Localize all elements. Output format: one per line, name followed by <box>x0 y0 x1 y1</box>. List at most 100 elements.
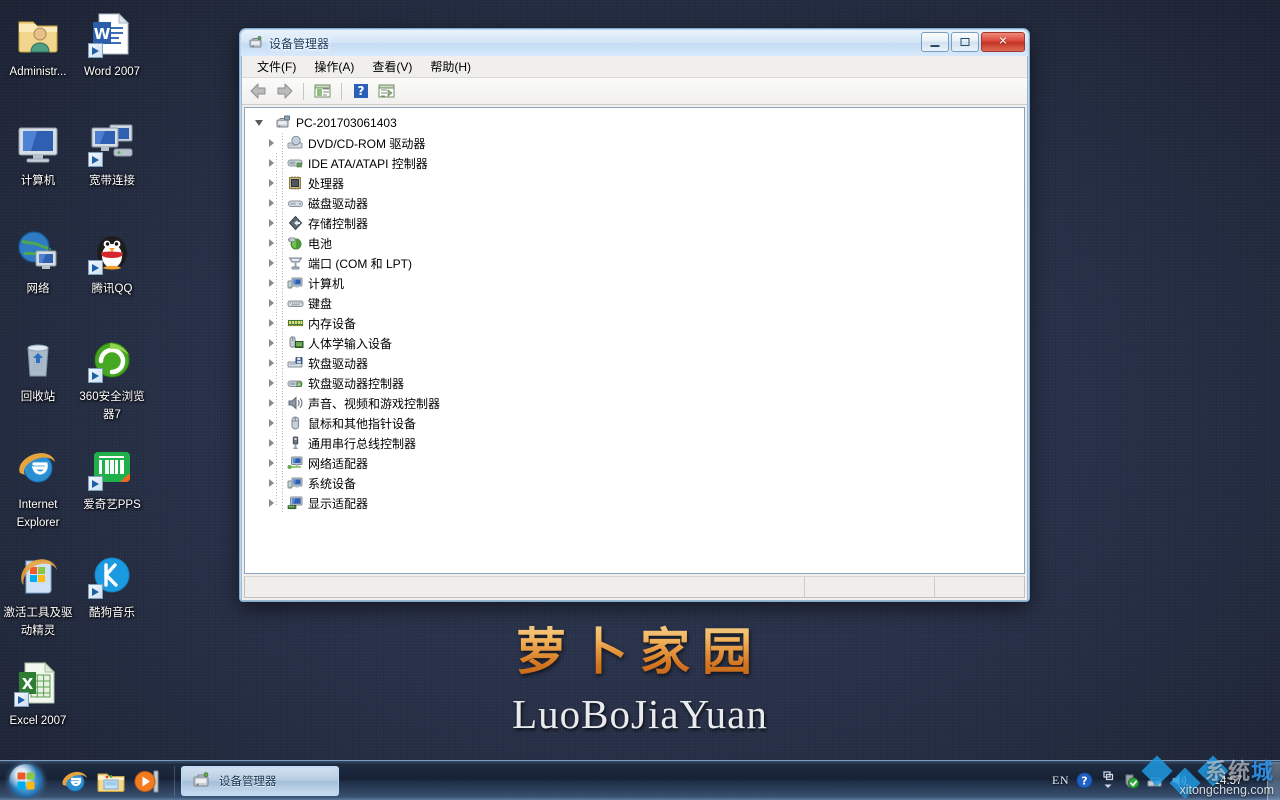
desktop-icon-administrator[interactable]: Administr... <box>0 10 76 80</box>
properties-button[interactable] <box>375 80 398 102</box>
menu-file[interactable]: 文件(F) <box>248 56 305 77</box>
expand-collapse-icon[interactable] <box>265 293 279 313</box>
menu-help[interactable]: 帮助(H) <box>421 56 480 77</box>
tree-node-label: 端口 (COM 和 LPT) <box>308 256 412 271</box>
device-tree: PC-201703061403 DVD/CD-ROM 驱动器 IDE ATA/A… <box>245 108 1024 513</box>
expand-collapse-icon[interactable] <box>265 193 279 213</box>
expand-collapse-icon[interactable] <box>265 433 279 453</box>
desktop-icon-network[interactable]: 网络 <box>0 227 76 297</box>
floppy-drive-icon <box>287 355 304 371</box>
expand-collapse-icon[interactable] <box>265 393 279 413</box>
taskbar-clock[interactable]: 14:57 <box>1195 774 1265 788</box>
help-button[interactable]: ? <box>349 80 372 102</box>
tree-node-keyboards[interactable]: 键盘 <box>253 293 1024 313</box>
language-indicator[interactable]: EN <box>1052 773 1069 788</box>
tree-node-mice[interactable]: 鼠标和其他指针设备 <box>253 413 1024 433</box>
tree-node-sound-video-game[interactable]: 声音、视频和游戏控制器 <box>253 393 1024 413</box>
desktop-icon-iqiyi-pps[interactable]: 爱奇艺PPS <box>74 443 150 513</box>
svg-text:?: ? <box>358 84 365 98</box>
tree-node-network-adapters[interactable]: 网络适配器 <box>253 453 1024 473</box>
tree-root-node[interactable]: PC-201703061403 <box>253 113 1024 133</box>
system-tray: EN ? 14:57 <box>1052 761 1267 800</box>
device-tree-pane[interactable]: PC-201703061403 DVD/CD-ROM 驱动器 IDE ATA/A… <box>244 107 1025 574</box>
ql-media-player[interactable] <box>132 766 162 796</box>
tree-node-storage-controllers[interactable]: 存储控制器 <box>253 213 1024 233</box>
menu-view[interactable]: 查看(V) <box>363 56 421 77</box>
tree-node-system-devices[interactable]: 系统设备 <box>253 473 1024 493</box>
show-desktop-button[interactable] <box>1267 761 1280 800</box>
expand-collapse-icon[interactable] <box>265 313 279 333</box>
processor-icon <box>287 175 304 191</box>
desktop-icon-label: 腾讯QQ <box>91 283 133 295</box>
tree-node-ports[interactable]: 端口 (COM 和 LPT) <box>253 253 1024 273</box>
tree-node-floppy-drives[interactable]: 软盘驱动器 <box>253 353 1024 373</box>
expand-collapse-icon[interactable] <box>265 213 279 233</box>
close-button[interactable]: ✕ <box>981 32 1025 52</box>
tree-node-hid-devices[interactable]: 人体学输入设备 <box>253 333 1024 353</box>
tree-node-label: PC-201703061403 <box>296 116 397 130</box>
ql-internet-explorer[interactable] <box>60 766 90 796</box>
desktop-icon-qq[interactable]: 腾讯QQ <box>74 227 150 297</box>
tree-node-processor[interactable]: 处理器 <box>253 173 1024 193</box>
iqiyi-pps-icon <box>88 443 136 491</box>
expand-collapse-icon[interactable] <box>265 413 279 433</box>
expand-collapse-icon[interactable] <box>265 153 279 173</box>
desktop-icon-internet-explorer[interactable]: Internet Explorer <box>0 443 76 531</box>
start-button[interactable] <box>0 762 52 800</box>
tree-node-label: 电池 <box>308 236 333 251</box>
tree-node-dvd-cdrom[interactable]: DVD/CD-ROM 驱动器 <box>253 133 1024 153</box>
tree-node-disk-drives[interactable]: 磁盘驱动器 <box>253 193 1024 213</box>
expand-collapse-icon[interactable] <box>265 253 279 273</box>
back-button[interactable] <box>247 80 270 102</box>
desktop-icon-activation-tool[interactable]: 激活工具及驱动精灵 <box>0 551 76 639</box>
desktop-icon-360-browser[interactable]: 360安全浏览器7 <box>74 335 150 423</box>
show-hidden-icons[interactable] <box>1100 768 1116 794</box>
expand-collapse-icon[interactable] <box>253 113 267 133</box>
expand-collapse-icon[interactable] <box>265 353 279 373</box>
tree-node-usb-controllers[interactable]: 通用串行总线控制器 <box>253 433 1024 453</box>
tree-node-computer[interactable]: 计算机 <box>253 273 1024 293</box>
expand-collapse-icon[interactable] <box>265 233 279 253</box>
tree-node-label: DVD/CD-ROM 驱动器 <box>308 136 426 151</box>
expand-collapse-icon[interactable] <box>265 473 279 493</box>
expand-collapse-icon[interactable] <box>265 493 279 513</box>
forward-button[interactable] <box>273 80 296 102</box>
expand-collapse-icon[interactable] <box>265 133 279 153</box>
maximize-button[interactable] <box>951 32 979 52</box>
network-tray-icon[interactable] <box>1147 772 1164 789</box>
network-globe-icon <box>14 227 62 275</box>
task-item-device-manager[interactable]: 设备管理器 <box>181 765 339 796</box>
svg-text:X: X <box>22 675 34 693</box>
tree-node-batteries[interactable]: 电池 <box>253 233 1024 253</box>
desktop-icon-excel-2007[interactable]: X Excel 2007 <box>0 659 76 729</box>
desktop-icon-label: 网络 <box>26 283 50 295</box>
expand-collapse-icon[interactable] <box>265 173 279 193</box>
expand-collapse-icon[interactable] <box>265 273 279 293</box>
minimize-button[interactable] <box>921 32 949 52</box>
desktop-icon-kugou-music[interactable]: 酷狗音乐 <box>74 551 150 621</box>
statusbar-cell-3 <box>935 577 1024 597</box>
desktop-icon-label: 宽带连接 <box>89 175 135 187</box>
expand-collapse-icon[interactable] <box>265 333 279 353</box>
desktop-icon-recycle-bin[interactable]: 回收站 <box>0 335 76 405</box>
svg-text:?: ? <box>1081 775 1087 788</box>
desktop-icon-broadband[interactable]: 宽带连接 <box>74 119 150 189</box>
volume-tray-icon[interactable] <box>1171 772 1188 789</box>
desktop-icon-computer[interactable]: 计算机 <box>0 119 76 189</box>
window-titlebar[interactable]: 设备管理器 ✕ <box>241 30 1028 56</box>
expand-collapse-icon[interactable] <box>265 453 279 473</box>
hid-device-icon <box>287 335 304 351</box>
tree-node-floppy-controllers[interactable]: 软盘驱动器控制器 <box>253 373 1024 393</box>
tree-node-memory-devices[interactable]: 内存设备 <box>253 313 1024 333</box>
menu-action[interactable]: 操作(A) <box>305 56 363 77</box>
expand-collapse-icon[interactable] <box>265 373 279 393</box>
desktop-icon-label: Word 2007 <box>83 66 141 78</box>
show-hide-console-tree-button[interactable] <box>311 80 334 102</box>
tree-connector <box>279 173 287 193</box>
tree-node-ide-controller[interactable]: IDE ATA/ATAPI 控制器 <box>253 153 1024 173</box>
security-tray-icon[interactable] <box>1123 772 1140 789</box>
tree-node-display-adapters[interactable]: 显示适配器 <box>253 493 1024 513</box>
help-tray-icon[interactable]: ? <box>1076 772 1093 789</box>
desktop-icon-word-2007[interactable]: W Word 2007 <box>74 10 150 80</box>
ql-windows-explorer[interactable] <box>96 766 126 796</box>
